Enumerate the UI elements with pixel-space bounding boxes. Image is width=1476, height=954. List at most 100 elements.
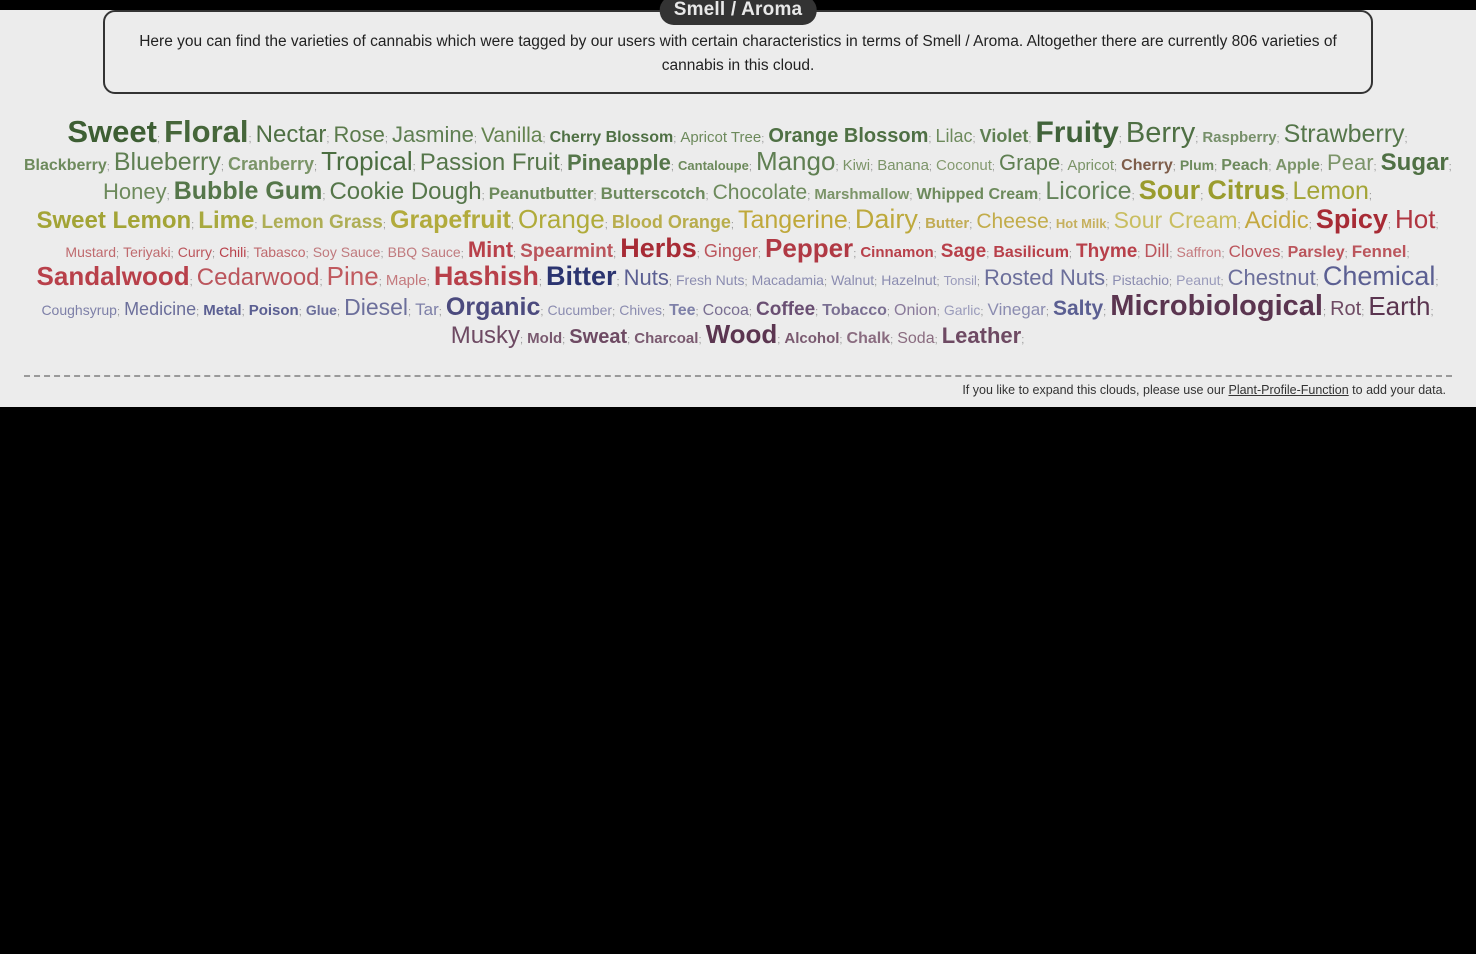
cloud-tag[interactable]: Tabasco xyxy=(253,244,305,260)
cloud-tag[interactable]: Sour Cream xyxy=(1114,207,1238,233)
cloud-tag[interactable]: Cinnamon xyxy=(860,244,933,261)
cloud-tag[interactable]: Lemon Grass xyxy=(261,212,382,233)
cloud-tag[interactable]: Nectar xyxy=(256,121,327,148)
cloud-tag[interactable]: Pear xyxy=(1327,150,1373,175)
cloud-tag[interactable]: Microbiological xyxy=(1110,290,1323,322)
cloud-tag[interactable]: Acidic xyxy=(1245,207,1309,234)
cloud-tag[interactable]: Mango xyxy=(756,146,836,176)
cloud-tag[interactable]: Walnut xyxy=(831,272,874,288)
cloud-tag[interactable]: Parsley xyxy=(1288,244,1345,261)
cloud-tag[interactable]: Whipped Cream xyxy=(916,186,1038,203)
cloud-tag[interactable]: Dairy xyxy=(855,204,918,234)
cloud-tag[interactable]: Marshmallow xyxy=(814,186,909,203)
cloud-tag[interactable]: Grape xyxy=(999,150,1060,175)
cloud-tag[interactable]: Butter xyxy=(925,215,969,232)
cloud-tag[interactable]: Peanut xyxy=(1176,272,1220,288)
cloud-tag[interactable]: Orange Blossom xyxy=(768,125,928,147)
cloud-tag[interactable]: Peanutbutter xyxy=(489,184,594,203)
plant-profile-function-link[interactable]: Plant-Profile-Function xyxy=(1228,383,1348,397)
cloud-tag[interactable]: Tar xyxy=(415,300,439,319)
cloud-tag[interactable]: Peach xyxy=(1221,157,1268,174)
cloud-tag[interactable]: Apple xyxy=(1275,157,1319,174)
cloud-tag[interactable]: Lime xyxy=(198,207,254,234)
cloud-tag[interactable]: Cedarwood xyxy=(197,264,320,291)
cloud-tag[interactable]: Ginger xyxy=(704,241,758,261)
cloud-tag[interactable]: Apricot Tree xyxy=(680,129,761,146)
cloud-tag[interactable]: Nuts xyxy=(624,265,669,290)
cloud-tag[interactable]: Cherry xyxy=(1121,157,1173,174)
cloud-tag[interactable]: Sour xyxy=(1139,175,1201,205)
cloud-tag[interactable]: Blood Orange xyxy=(612,212,731,232)
cloud-tag[interactable]: Maple xyxy=(386,272,427,289)
cloud-tag[interactable]: Coconut xyxy=(936,157,992,174)
cloud-tag[interactable]: Sweat xyxy=(569,326,627,348)
cloud-tag[interactable]: Curry xyxy=(178,244,212,260)
cloud-tag[interactable]: Wood xyxy=(706,319,778,349)
cloud-tag[interactable]: Pepper xyxy=(765,233,853,263)
cloud-tag[interactable]: Grapefruit xyxy=(390,206,511,234)
cloud-tag[interactable]: Licorice xyxy=(1045,177,1131,205)
cloud-tag[interactable]: Thyme xyxy=(1076,241,1137,262)
cloud-tag[interactable]: Rosted Nuts xyxy=(984,265,1105,290)
cloud-tag[interactable]: Raspberry xyxy=(1202,129,1276,146)
cloud-tag[interactable]: Poison xyxy=(249,302,299,319)
cloud-tag[interactable]: Sweet xyxy=(67,114,157,149)
cloud-tag[interactable]: Orange xyxy=(518,204,605,234)
cloud-tag[interactable]: Kiwi xyxy=(843,157,871,174)
cloud-tag[interactable]: Sweet Lemon xyxy=(36,207,191,234)
cloud-tag[interactable]: Apricot xyxy=(1067,157,1114,174)
cloud-tag[interactable]: Diesel xyxy=(344,294,408,320)
cloud-tag[interactable]: Plum xyxy=(1180,157,1214,173)
cloud-tag[interactable]: Spearmint xyxy=(520,241,613,262)
cloud-tag[interactable]: Cookie Dough xyxy=(329,178,481,205)
cloud-tag[interactable]: Chocolate xyxy=(713,181,808,204)
cloud-tag[interactable]: Onion xyxy=(894,302,937,319)
cloud-tag[interactable]: Soy Sauce xyxy=(313,244,381,260)
cloud-tag[interactable]: Bitter xyxy=(546,261,617,291)
cloud-tag[interactable]: Alcohol xyxy=(784,330,839,347)
cloud-tag[interactable]: Saffron xyxy=(1177,244,1222,260)
cloud-tag[interactable]: Glue xyxy=(306,302,337,318)
cloud-tag[interactable]: Cranberry xyxy=(228,154,314,174)
cloud-tag[interactable]: Tobacco xyxy=(822,302,887,319)
cloud-tag[interactable]: Cloves xyxy=(1229,242,1281,261)
cloud-tag[interactable]: Hot Milk xyxy=(1056,216,1107,231)
cloud-tag[interactable]: Leather xyxy=(942,323,1021,348)
cloud-tag[interactable]: Coughsyrup xyxy=(41,302,117,318)
cloud-tag[interactable]: Violet xyxy=(980,126,1029,146)
cloud-tag[interactable]: Earth xyxy=(1368,291,1430,321)
cloud-tag[interactable]: Floral xyxy=(164,114,248,149)
cloud-tag[interactable]: Coffee xyxy=(756,299,815,320)
cloud-tag[interactable]: Macadamia xyxy=(752,272,824,288)
cloud-tag[interactable]: Strawberry xyxy=(1284,120,1405,148)
cloud-tag[interactable]: Teriyaki xyxy=(123,244,170,260)
cloud-tag[interactable]: Chemical xyxy=(1323,261,1436,291)
cloud-tag[interactable]: Spicy xyxy=(1316,204,1388,234)
cloud-tag[interactable]: Tangerine xyxy=(738,206,848,234)
cloud-tag[interactable]: Soda xyxy=(897,330,934,347)
cloud-tag[interactable]: Passion Fruit xyxy=(420,149,560,176)
cloud-tag[interactable]: Mint xyxy=(468,237,513,262)
cloud-tag[interactable]: Chestnut xyxy=(1228,265,1316,290)
cloud-tag[interactable]: Vinegar xyxy=(988,300,1046,319)
cloud-tag[interactable]: Dill xyxy=(1144,241,1169,261)
cloud-tag[interactable]: Chives xyxy=(619,302,662,318)
cloud-tag[interactable]: Blackberry xyxy=(24,157,107,174)
cloud-tag[interactable]: Rose xyxy=(333,122,384,147)
cloud-tag[interactable]: Garlic xyxy=(944,302,981,318)
cloud-tag[interactable]: Pistachio xyxy=(1112,272,1169,288)
cloud-tag[interactable]: Hashish xyxy=(434,261,539,291)
cloud-tag[interactable]: Lilac xyxy=(935,126,972,146)
cloud-tag[interactable]: Fennel xyxy=(1352,242,1407,261)
cloud-tag[interactable]: Blueberry xyxy=(114,148,221,176)
cloud-tag[interactable]: Jasmine xyxy=(392,122,474,147)
cloud-tag[interactable]: Mustard xyxy=(65,244,116,260)
cloud-tag[interactable]: Salty xyxy=(1053,297,1103,320)
cloud-tag[interactable]: Pine xyxy=(327,261,379,291)
cloud-tag[interactable]: Cocoa xyxy=(703,302,749,319)
cloud-tag[interactable]: Organic xyxy=(446,293,540,321)
cloud-tag[interactable]: Cucumber xyxy=(548,302,613,318)
cloud-tag[interactable]: Tonsil xyxy=(944,273,977,288)
cloud-tag[interactable]: Medicine xyxy=(124,299,196,319)
cloud-tag[interactable]: Mold xyxy=(527,330,562,347)
